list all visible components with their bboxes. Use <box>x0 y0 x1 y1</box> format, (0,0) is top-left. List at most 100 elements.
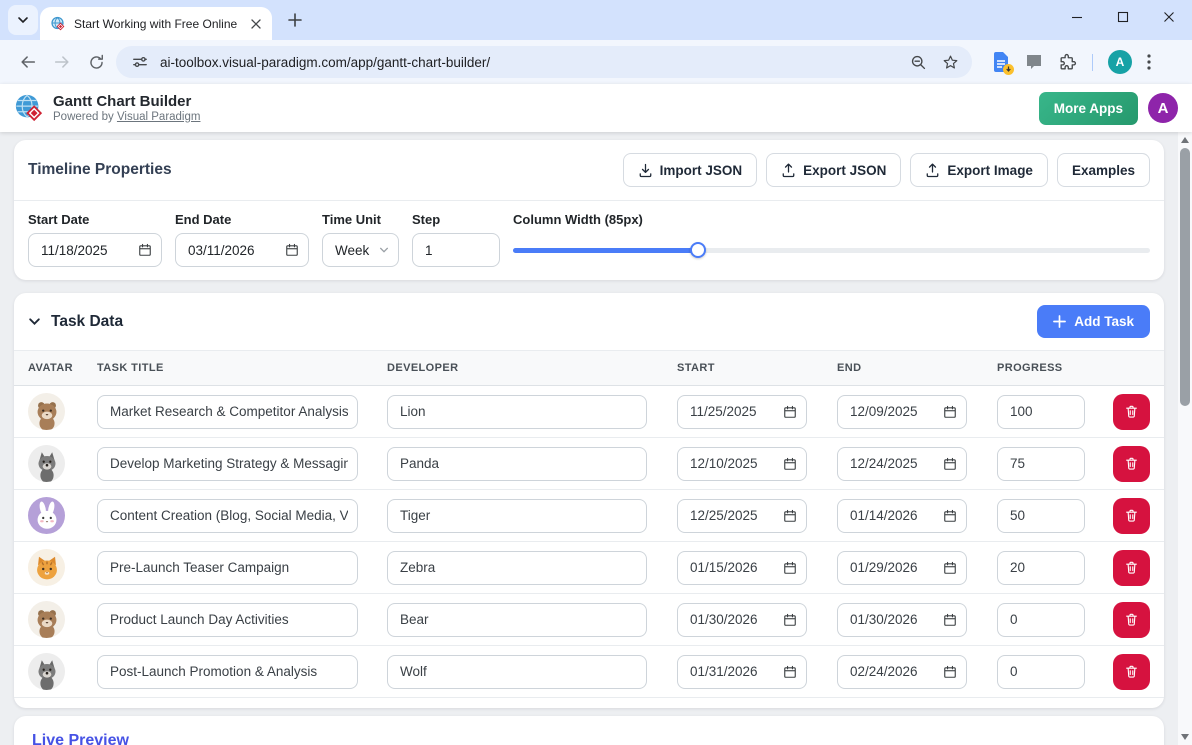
delete-task-button[interactable] <box>1113 498 1150 534</box>
step-input[interactable] <box>425 243 490 258</box>
progress-input[interactable] <box>1010 560 1075 575</box>
forward-button[interactable] <box>48 48 76 76</box>
start-date-input[interactable] <box>690 508 783 523</box>
trash-icon <box>1124 560 1139 575</box>
calendar-icon[interactable] <box>138 243 152 257</box>
developer-input[interactable] <box>400 612 637 627</box>
time-unit-select[interactable]: Week <box>322 233 399 267</box>
developer-input[interactable] <box>400 404 637 419</box>
task-title-input[interactable] <box>110 456 348 471</box>
new-tab-button[interactable] <box>282 7 308 33</box>
import-json-button[interactable]: Import JSON <box>623 153 758 187</box>
start-date-input[interactable] <box>41 243 138 258</box>
url-text[interactable]: ai-toolbox.visual-paradigm.com/app/gantt… <box>160 55 898 70</box>
browser-tab[interactable]: Start Working with Free Online <box>40 7 272 40</box>
user-avatar[interactable]: A <box>1148 93 1178 123</box>
trash-icon <box>1124 456 1139 471</box>
task-title-input[interactable] <box>110 612 348 627</box>
site-settings-icon[interactable] <box>128 50 152 74</box>
close-window-button[interactable] <box>1146 0 1192 34</box>
calendar-icon[interactable] <box>783 665 797 679</box>
progress-input[interactable] <box>1010 612 1075 627</box>
tab-list-chevron-button[interactable] <box>8 5 38 35</box>
calendar-icon[interactable] <box>943 509 957 523</box>
calendar-icon[interactable] <box>943 457 957 471</box>
developer-input[interactable] <box>400 508 637 523</box>
maximize-button[interactable] <box>1100 0 1146 34</box>
export-image-button[interactable]: Export Image <box>910 153 1048 187</box>
delete-task-button[interactable] <box>1113 394 1150 430</box>
calendar-icon[interactable] <box>783 457 797 471</box>
minimize-button[interactable] <box>1054 0 1100 34</box>
delete-task-button[interactable] <box>1113 602 1150 638</box>
task-title-input[interactable] <box>110 560 348 575</box>
comment-extension-icon[interactable] <box>1025 53 1043 71</box>
more-apps-button[interactable]: More Apps <box>1039 92 1138 125</box>
progress-input[interactable] <box>1010 404 1075 419</box>
scrollbar-thumb[interactable] <box>1180 148 1190 406</box>
browser-profile-avatar[interactable]: A <box>1108 50 1132 74</box>
end-date-input[interactable] <box>850 560 943 575</box>
progress-input[interactable] <box>1010 456 1075 471</box>
developer-input[interactable] <box>400 664 637 679</box>
end-date-input[interactable] <box>850 456 943 471</box>
calendar-icon[interactable] <box>285 243 299 257</box>
calendar-icon[interactable] <box>943 665 957 679</box>
avatar <box>28 497 65 534</box>
extensions-puzzle-icon[interactable] <box>1058 53 1077 72</box>
column-width-slider-thumb[interactable] <box>690 242 706 258</box>
developer-input[interactable] <box>400 560 637 575</box>
task-title-input[interactable] <box>110 404 348 419</box>
column-width-slider[interactable] <box>513 248 1150 253</box>
add-task-button[interactable]: Add Task <box>1037 305 1150 338</box>
start-date-input[interactable] <box>690 664 783 679</box>
calendar-icon[interactable] <box>783 561 797 575</box>
start-date-input[interactable] <box>690 560 783 575</box>
export-json-button[interactable]: Export JSON <box>766 153 901 187</box>
delete-task-button[interactable] <box>1113 550 1150 586</box>
start-date-input[interactable] <box>690 456 783 471</box>
plus-icon <box>1053 315 1066 328</box>
visual-paradigm-link[interactable]: Visual Paradigm <box>117 111 201 123</box>
bookmark-star-icon[interactable] <box>938 50 962 74</box>
end-date-input[interactable] <box>188 243 285 258</box>
developer-input[interactable] <box>400 456 637 471</box>
end-date-input[interactable] <box>850 404 943 419</box>
calendar-icon[interactable] <box>783 613 797 627</box>
start-date-input[interactable] <box>690 612 783 627</box>
task-title-input[interactable] <box>110 508 348 523</box>
zoom-out-icon[interactable] <box>906 50 930 74</box>
address-bar[interactable]: ai-toolbox.visual-paradigm.com/app/gantt… <box>116 46 972 78</box>
avatar <box>28 653 65 690</box>
scrollbar-up-arrow[interactable] <box>1181 137 1189 143</box>
progress-input[interactable] <box>1010 508 1075 523</box>
browser-menu-kebab-icon[interactable] <box>1147 54 1151 70</box>
delete-task-button[interactable] <box>1113 446 1150 482</box>
scrollbar-down-arrow[interactable] <box>1181 734 1189 740</box>
page-title: Gantt Chart Builder <box>53 93 200 110</box>
timeline-properties-title: Timeline Properties <box>28 161 172 179</box>
back-button[interactable] <box>14 48 42 76</box>
column-header-avatar: AVATAR <box>28 362 97 374</box>
end-date-input[interactable] <box>850 664 943 679</box>
progress-input[interactable] <box>1010 664 1075 679</box>
end-date-input[interactable] <box>850 612 943 627</box>
calendar-icon[interactable] <box>943 405 957 419</box>
reload-button[interactable] <box>82 48 110 76</box>
calendar-icon[interactable] <box>943 561 957 575</box>
end-date-input[interactable] <box>850 508 943 523</box>
task-title-input[interactable] <box>110 664 348 679</box>
delete-task-button[interactable] <box>1113 654 1150 690</box>
page-scrollbar[interactable] <box>1178 132 1192 745</box>
task-data-toggle[interactable]: Task Data <box>28 313 123 331</box>
column-header-task-title: TASK TITLE <box>97 362 387 374</box>
calendar-icon[interactable] <box>783 405 797 419</box>
calendar-icon[interactable] <box>783 509 797 523</box>
examples-button[interactable]: Examples <box>1057 153 1150 187</box>
calendar-icon[interactable] <box>943 613 957 627</box>
task-table-body <box>14 386 1164 698</box>
tab-close-button[interactable] <box>248 16 264 32</box>
divider <box>14 200 1164 201</box>
reading-list-extension-icon[interactable] <box>992 52 1010 72</box>
start-date-input[interactable] <box>690 404 783 419</box>
